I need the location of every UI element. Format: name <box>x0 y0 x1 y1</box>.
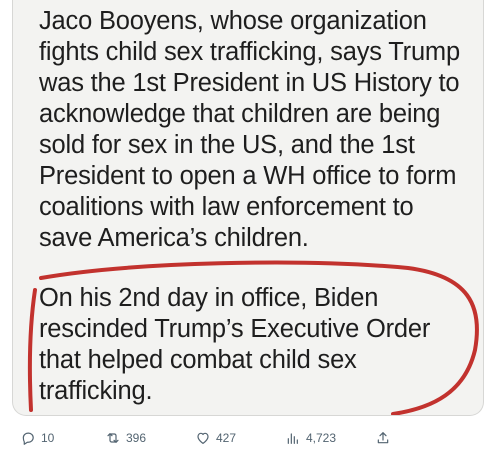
post-image-content: Jaco Booyens, whose organization fights … <box>27 0 473 415</box>
text-line: save America’s children. <box>39 224 309 252</box>
reply-button[interactable]: 10 <box>20 424 54 452</box>
text-line: Jaco Booyens, whose organization <box>39 7 427 35</box>
text-line: that helped combat child sex <box>39 346 357 374</box>
post-image[interactable]: Jaco Booyens, whose organization fights … <box>12 0 484 416</box>
image-paragraph-2: On his 2nd day in office, Biden rescinde… <box>39 283 430 407</box>
heart-icon <box>197 432 209 444</box>
share-button[interactable] <box>375 424 391 452</box>
views-icon <box>287 433 298 444</box>
text-line: was the 1st President in US History to <box>39 69 460 97</box>
reply-icon <box>22 432 34 445</box>
text-line: On his 2nd day in office, Biden <box>39 284 379 312</box>
text-line: coalitions with law enforcement to <box>39 193 414 221</box>
text-line: rescinded Trump’s Executive Order <box>39 315 431 343</box>
retweet-count: 396 <box>126 431 147 445</box>
views-button[interactable]: 4,723 <box>285 424 336 452</box>
text-line: trafficking. <box>39 377 153 405</box>
like-count: 427 <box>216 431 237 445</box>
like-button[interactable]: 427 <box>195 424 236 452</box>
image-paragraph-1: Jaco Booyens, whose organization fights … <box>39 6 460 254</box>
text-line: sold for sex in the US, and the 1st <box>39 131 415 159</box>
views-count: 4,723 <box>306 431 337 445</box>
share-icon <box>377 432 389 444</box>
text-line: President to open a WH office to form <box>39 162 457 190</box>
text-line: acknowledge that children are being <box>39 100 441 128</box>
retweet-icon <box>107 433 119 443</box>
retweet-button[interactable]: 396 <box>105 424 146 452</box>
reply-count: 10 <box>41 431 55 445</box>
text-line: fights child sex trafficking, says Trump <box>39 38 460 66</box>
tweet-action-bar: 10 396 427 4,723 <box>0 424 500 452</box>
